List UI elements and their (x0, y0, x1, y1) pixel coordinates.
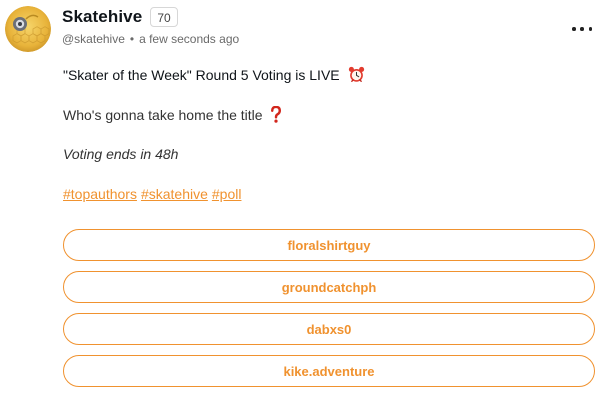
post-line-question: Who's gonna take home the title (63, 105, 282, 126)
post-timestamp[interactable]: a few seconds ago (139, 32, 239, 46)
hashtag-link[interactable]: #topauthors (63, 186, 137, 202)
more-horizontal-icon (572, 27, 576, 31)
hashtag-link[interactable]: #skatehive (141, 186, 208, 202)
question-mark-icon (270, 105, 282, 126)
poll-option-button[interactable]: dabxs0 (63, 313, 595, 345)
reputation-badge: 70 (150, 7, 178, 27)
post-card: Skatehive 70 @skatehive • a few seconds ag… (0, 0, 607, 408)
post-line-title: "Skater of the Week" Round 5 Voting is L… (63, 66, 365, 86)
hashtag-link[interactable]: #poll (212, 186, 242, 202)
poll-option-button[interactable]: floralshirtguy (63, 229, 595, 261)
post-line-deadline: Voting ends in 48h (63, 146, 179, 162)
post-question-text: Who's gonna take home the title (63, 107, 263, 123)
meta-separator: • (129, 32, 135, 46)
avatar[interactable] (5, 6, 51, 52)
hashtag-list: #topauthors #skatehive #poll (63, 186, 245, 202)
more-options-button[interactable] (571, 22, 593, 36)
author-name[interactable]: Skatehive (62, 7, 142, 27)
alarm-clock-icon (348, 66, 365, 86)
author-handle[interactable]: @skatehive (62, 32, 125, 46)
post-title-text: "Skater of the Week" Round 5 Voting is L… (63, 67, 340, 83)
post-meta: @skatehive • a few seconds ago (62, 32, 239, 46)
poll-option-button[interactable]: groundcatchph (63, 271, 595, 303)
poll-options: floralshirtguy groundcatchph dabxs0 kike… (63, 229, 595, 397)
poll-option-button[interactable]: kike.adventure (63, 355, 595, 387)
